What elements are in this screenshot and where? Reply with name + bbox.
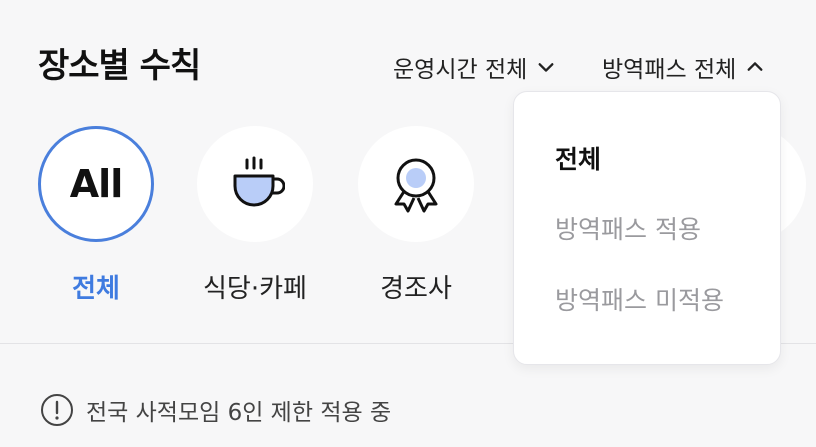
vaccine-pass-filter[interactable]: 방역패스 전체 (602, 50, 764, 84)
chevron-up-icon (747, 62, 763, 71)
category-ceremony-label: 경조사 (380, 274, 452, 304)
category-all-label: 전체 (72, 274, 120, 304)
coffee-cup-icon (233, 156, 285, 207)
dropdown-option-pass-not-applied[interactable]: 방역패스 미적용 (555, 281, 724, 317)
vaccine-pass-filter-label: 방역패스 전체 (602, 57, 737, 83)
all-icon: All (69, 162, 123, 206)
category-restaurant-cafe[interactable]: 식당·카페 (197, 126, 313, 305)
page-title: 장소별 수칙 (38, 46, 201, 86)
category-ceremony-circle (358, 126, 474, 242)
vaccine-pass-dropdown: 전체 방역패스 적용 방역패스 미적용 (513, 91, 781, 365)
dropdown-option-pass-applied[interactable]: 방역패스 적용 (555, 210, 701, 246)
category-restaurant-cafe-circle (197, 126, 313, 242)
category-all[interactable]: All 전체 (38, 126, 154, 305)
exclamation-circle-icon (41, 394, 73, 426)
operating-hours-filter-label: 운영시간 전체 (393, 57, 528, 83)
operating-hours-filter[interactable]: 운영시간 전체 (393, 50, 555, 84)
dropdown-option-all[interactable]: 전체 (555, 140, 601, 176)
category-restaurant-cafe-label: 식당·카페 (203, 274, 307, 304)
chevron-down-icon (538, 63, 554, 72)
category-all-circle: All (38, 126, 154, 242)
ribbon-badge-icon (394, 158, 438, 213)
notice-banner: 전국 사적모임 6인 제한 적용 중 (40, 393, 391, 427)
notice-text: 전국 사적모임 6인 제한 적용 중 (86, 400, 392, 426)
category-ceremony[interactable]: 경조사 (358, 126, 474, 305)
